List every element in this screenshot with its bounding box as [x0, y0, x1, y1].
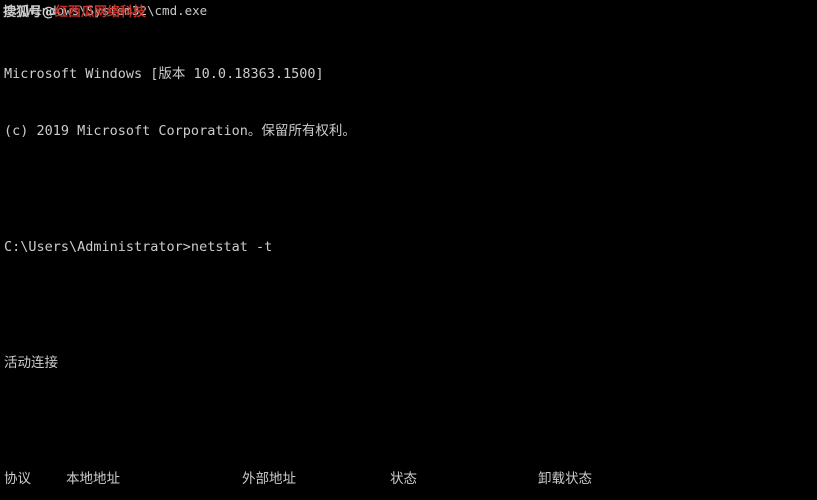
console-output[interactable]: Microsoft Windows [版本 10.0.18363.1500] (… [0, 22, 817, 500]
header-offload: 卸载状态 [538, 470, 592, 487]
window-title: C:\Windows\System32\cmd.exe [4, 3, 208, 18]
prompt-line: C:\Users\Administrator>netstat -t [4, 239, 273, 256]
cmd-window: C:\Windows\System32\cmd.exe 搜狐号@红西瓜网络科技 … [0, 0, 817, 500]
header-local: 本地地址 [66, 470, 120, 487]
header-state: 状态 [390, 470, 417, 487]
section-title: 活动连接 [4, 355, 58, 372]
header-proto: 协议 [4, 470, 31, 487]
header-foreign: 外部地址 [242, 470, 296, 487]
window-titlebar[interactable]: C:\Windows\System32\cmd.exe [0, 0, 817, 22]
banner-line-1: Microsoft Windows [版本 10.0.18363.1500] [4, 65, 324, 82]
banner-line-2: (c) 2019 Microsoft Corporation。保留所有权利。 [4, 123, 356, 140]
table-header: 协议 本地地址 外部地址 状态 卸载状态 [4, 470, 817, 489]
